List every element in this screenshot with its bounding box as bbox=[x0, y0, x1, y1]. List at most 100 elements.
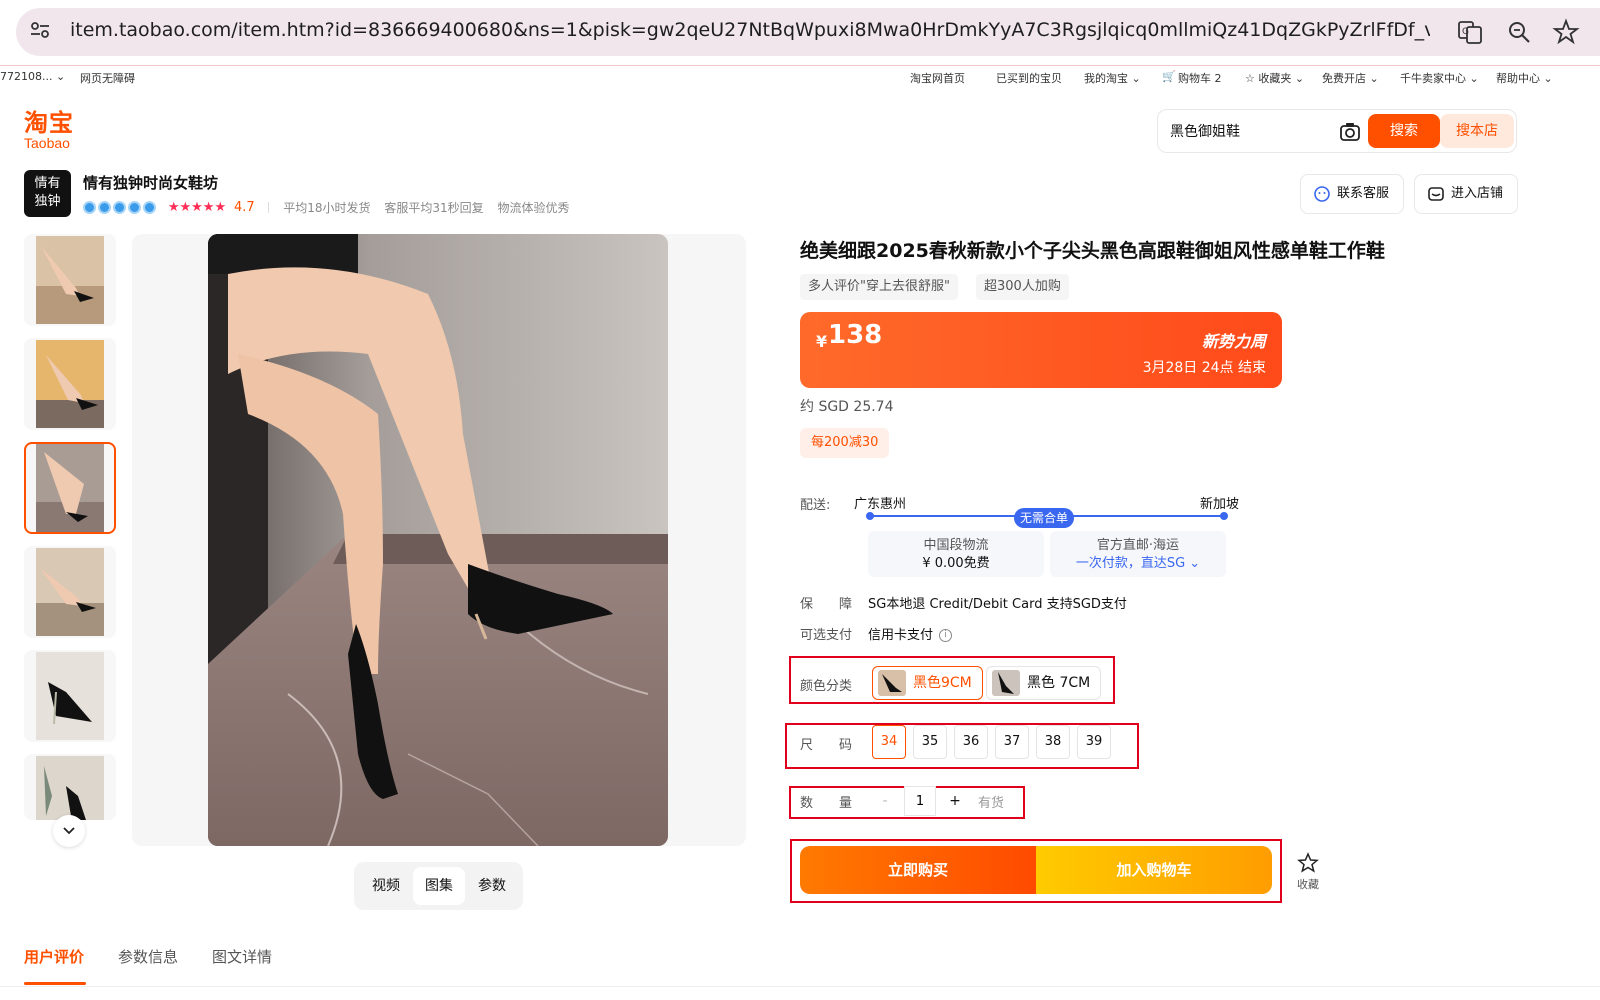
cart-link[interactable]: 购物车 2 bbox=[1178, 70, 1222, 86]
my-taobao-menu[interactable]: 我的淘宝 ⌄ bbox=[1084, 70, 1141, 86]
price: 138 bbox=[828, 320, 883, 350]
credit-diamond-icon bbox=[113, 201, 126, 214]
avatar-text: 情有 bbox=[34, 176, 61, 191]
thumbnails-scroll-down-button[interactable] bbox=[53, 815, 85, 847]
search-store-button[interactable]: 搜本店 bbox=[1440, 114, 1514, 148]
contact-label: 联系客服 bbox=[1337, 186, 1390, 201]
card-title: 官方直邮·海运 bbox=[1096, 538, 1180, 553]
color-swatch-icon bbox=[878, 670, 906, 696]
accessibility-link[interactable]: 网页无障碍 bbox=[80, 70, 135, 86]
taobao-logo[interactable]: 淘宝 Taobao bbox=[24, 110, 74, 150]
gallery-thumbnail-selected[interactable] bbox=[24, 442, 116, 534]
size-option[interactable]: 35 bbox=[913, 725, 947, 759]
tab-gallery[interactable]: 图集 bbox=[413, 867, 465, 905]
payment-value: 信用卡支付 i bbox=[868, 624, 953, 643]
media-tabs: 视频 图集 参数 bbox=[354, 862, 523, 910]
guarantee-value: SG本地退 Credit/Debit Card 支持SGD支付 bbox=[868, 597, 1127, 612]
coupon-badge[interactable]: 每200减30 bbox=[800, 428, 890, 458]
color-label: 颜色分类 bbox=[800, 679, 853, 694]
sgd-price: 约 SGD 25.74 bbox=[800, 399, 894, 415]
card-title: 中国段物流 bbox=[923, 538, 989, 553]
gallery-thumbnail[interactable] bbox=[24, 754, 116, 820]
payment-method: 信用卡支付 bbox=[868, 628, 934, 643]
contact-service-button[interactable]: 联系客服 bbox=[1300, 174, 1404, 214]
translate-icon[interactable]: G bbox=[1456, 18, 1484, 46]
shop-name[interactable]: 情有独钟时尚女鞋坊 bbox=[83, 172, 218, 193]
credit-diamond-icon bbox=[143, 201, 156, 214]
main-product-image[interactable] bbox=[208, 234, 668, 846]
rating-stars-icon: ★★★★★ bbox=[167, 200, 227, 215]
size-option[interactable]: 38 bbox=[1036, 725, 1070, 759]
divider bbox=[268, 202, 270, 213]
tab-params[interactable]: 参数 bbox=[466, 867, 518, 905]
bought-link[interactable]: 已买到的宝贝 bbox=[996, 70, 1062, 86]
buy-now-button[interactable]: 立即购买 bbox=[800, 846, 1036, 894]
promo-end-time: 3月28日 24点 结束 bbox=[1142, 360, 1266, 376]
shoe-photo-thumb bbox=[36, 756, 104, 820]
tab-details[interactable]: 图文详情 bbox=[212, 946, 272, 967]
zoom-icon[interactable] bbox=[1505, 18, 1533, 46]
browser-toolbar: item.taobao.com/item.htm?id=836669400680… bbox=[0, 0, 1600, 66]
gallery-thumbnail[interactable] bbox=[24, 338, 116, 430]
size-option-selected[interactable]: 34 bbox=[872, 725, 906, 759]
size-option[interactable]: 39 bbox=[1077, 725, 1111, 759]
color-option[interactable]: 黑色 7CM bbox=[986, 666, 1102, 700]
credit-diamond-icon bbox=[128, 201, 141, 214]
shop-rating: 4.7 bbox=[233, 200, 255, 215]
camera-search-icon[interactable] bbox=[1338, 120, 1362, 144]
quantity-increase-button[interactable]: + bbox=[940, 786, 970, 816]
ship-from: 广东惠州 bbox=[854, 497, 907, 512]
reply-time: 客服平均31秒回复 bbox=[384, 201, 484, 215]
favorite-label: 收藏 bbox=[1297, 878, 1319, 891]
site-top-nav: 772108... ⌄ 网页无障碍 淘宝网首页 已买到的宝贝 我的淘宝 ⌄ 🛒 … bbox=[0, 66, 1600, 88]
help-menu[interactable]: 帮助中心 ⌄ bbox=[1496, 70, 1553, 86]
shoe-photo-thumb bbox=[36, 444, 104, 532]
main-image-container bbox=[132, 234, 746, 846]
logistics-rating: 物流体验优秀 bbox=[497, 201, 570, 215]
card-value: 一次付款，直达SG ⌄ bbox=[1075, 556, 1201, 571]
tab-param-info[interactable]: 参数信息 bbox=[118, 946, 178, 967]
seller-center-menu[interactable]: 千牛卖家中心 ⌄ bbox=[1400, 70, 1479, 86]
search-bar: 搜索 搜本店 bbox=[1157, 109, 1517, 153]
gallery-thumbnail[interactable] bbox=[24, 650, 116, 742]
quantity-input[interactable] bbox=[904, 786, 936, 816]
size-option[interactable]: 37 bbox=[995, 725, 1029, 759]
enter-label: 进入店铺 bbox=[1451, 186, 1504, 201]
cart-icon[interactable]: 🛒 bbox=[1162, 70, 1176, 83]
shoe-photo-thumb bbox=[36, 236, 104, 324]
favorites-menu[interactable]: ☆ 收藏夹 ⌄ bbox=[1245, 70, 1304, 86]
shop-metrics: ★★★★★ 4.7 平均18小时发货 客服平均31秒回复 物流体验优秀 bbox=[83, 199, 570, 217]
home-link[interactable]: 淘宝网首页 bbox=[910, 70, 965, 86]
tab-reviews[interactable]: 用户评价 bbox=[24, 946, 84, 967]
site-settings-icon[interactable] bbox=[28, 18, 52, 42]
open-store-menu[interactable]: 免费开店 ⌄ bbox=[1322, 70, 1379, 86]
active-tab-underline bbox=[24, 982, 86, 985]
favorite-button[interactable]: 收藏 bbox=[1292, 852, 1324, 896]
direct-mail-card[interactable]: 官方直邮·海运 一次付款，直达SG ⌄ bbox=[1050, 531, 1226, 577]
credit-diamond-icon bbox=[83, 201, 96, 214]
tabs-divider bbox=[0, 986, 1600, 987]
url-text[interactable]: item.taobao.com/item.htm?id=836669400680… bbox=[70, 19, 1430, 41]
size-option[interactable]: 36 bbox=[954, 725, 988, 759]
add-to-cart-button[interactable]: 加入购物车 bbox=[1036, 846, 1272, 894]
search-input[interactable] bbox=[1170, 120, 1330, 142]
cart-count-tag: 超300人加购 bbox=[976, 274, 1069, 300]
promo-label: 新势力周 bbox=[1201, 332, 1266, 351]
enter-store-button[interactable]: 进入店铺 bbox=[1414, 174, 1518, 214]
star-icon bbox=[1297, 852, 1319, 873]
search-button[interactable]: 搜索 bbox=[1368, 114, 1440, 148]
info-icon[interactable]: i bbox=[939, 629, 953, 642]
user-account-link[interactable]: 772108... ⌄ bbox=[0, 70, 65, 83]
shipping-label: 配送: bbox=[800, 498, 831, 513]
shoe-photo-thumb bbox=[36, 340, 104, 428]
gallery-thumbnail[interactable] bbox=[24, 546, 116, 638]
shoe-photo-thumb bbox=[36, 652, 104, 740]
route-start-dot bbox=[866, 512, 874, 520]
tab-video[interactable]: 视频 bbox=[360, 867, 412, 905]
quantity-decrease-button[interactable]: - bbox=[870, 786, 900, 816]
color-option-selected[interactable]: 黑色9CM bbox=[872, 666, 983, 700]
shop-avatar[interactable]: 情有 独钟 bbox=[24, 170, 71, 217]
bookmark-star-icon[interactable] bbox=[1552, 18, 1580, 46]
gallery-thumbnail[interactable] bbox=[24, 234, 116, 326]
ship-to: 新加坡 bbox=[1200, 497, 1240, 512]
